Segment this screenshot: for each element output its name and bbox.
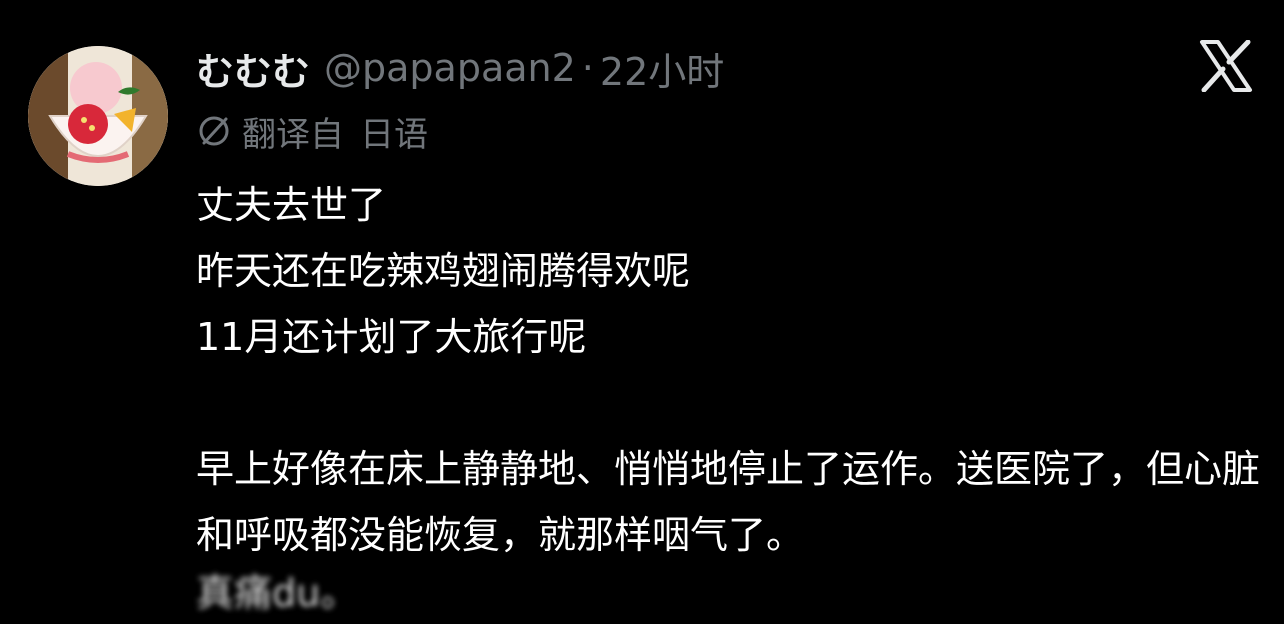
translate-icon <box>196 113 232 149</box>
separator-dot: · <box>581 46 594 90</box>
tweet-paragraph: 早上好像在床上静静地、悄悄地停止了运作。送医院了，但心脏和呼吸都没能恢复，就那样… <box>196 447 1261 557</box>
tweet-text: 丈夫去世了 昨天还在吃辣鸡翅闹腾得欢呢 11月还计划了大旅行呢 早上好像在床上静… <box>196 172 1266 568</box>
tweet-header: むむむ @papapaan2 · 22小时 <box>196 40 724 96</box>
tweet-line: 昨天还在吃辣鸡翅闹腾得欢呢 <box>196 249 691 293</box>
translated-from-label: 翻译自 <box>242 114 344 155</box>
display-name[interactable]: むむむ <box>196 41 310 96</box>
translation-note[interactable]: 翻译自 日语 <box>196 106 428 156</box>
post-time[interactable]: 22小时 <box>600 41 724 96</box>
tweet-cutoff-line: 真痛du。 <box>196 571 359 615</box>
user-handle[interactable]: @papapaan2 <box>324 46 576 90</box>
translated-from-language: 日语 <box>360 114 428 155</box>
avatar[interactable] <box>28 46 168 186</box>
tweet-line: 丈夫去世了 <box>196 183 387 227</box>
x-logo-icon[interactable] <box>1198 39 1254 93</box>
tweet-line: 11月还计划了大旅行呢 <box>196 315 587 359</box>
avatar-image <box>28 46 168 186</box>
